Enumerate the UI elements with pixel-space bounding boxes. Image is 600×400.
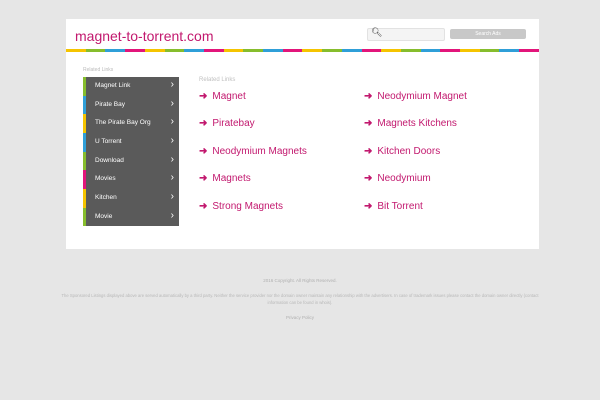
stripe-segment: [282, 49, 303, 52]
arrow-right-icon: ➜: [199, 91, 208, 102]
related-link[interactable]: ➜ Neodymium Magnets: [199, 146, 307, 157]
chevron-right-icon: ›: [170, 209, 174, 221]
related-link-label: Magnets Kitchens: [377, 118, 457, 129]
stripe-segment: [105, 49, 126, 52]
related-link-label: Neodymium Magnets: [212, 146, 307, 157]
related-link[interactable]: ➜ Magnets: [199, 173, 251, 184]
stripe-segment: [381, 49, 401, 52]
arrow-right-icon: ➜: [199, 118, 208, 129]
footer-disclaimer: The Sponsored Listings displayed above a…: [61, 293, 539, 305]
sidebar-item[interactable]: Movie ›: [83, 207, 179, 227]
related-links-heading: Related Links: [199, 77, 236, 83]
related-link[interactable]: ➜ Bit Torrent: [364, 201, 423, 212]
related-link[interactable]: ➜ Magnets Kitchens: [364, 118, 457, 129]
sidebar-item-label: U Torrent: [95, 138, 122, 146]
stripe-segment: [144, 49, 165, 52]
footer-copyright: 2016 Copyright. All Rights Reserved.: [263, 278, 337, 283]
sidebar: Magnet Link › Pirate Bay › The Pirate Bay Or…: [83, 77, 179, 227]
domain-title[interactable]: magnet-to-torrent.com: [75, 28, 214, 44]
stripe-segment: [341, 49, 362, 52]
stripe-segment: [519, 49, 539, 52]
sidebar-item[interactable]: Download ›: [83, 151, 179, 171]
sidebar-item[interactable]: Magnet Link ›: [83, 77, 179, 96]
stripe-segment: [223, 49, 244, 52]
chevron-right-icon: ›: [170, 135, 174, 147]
search-icon: 🔍︎: [371, 27, 383, 37]
privacy-policy-link[interactable]: Privacy Policy: [0, 315, 600, 320]
chevron-right-icon: ›: [170, 191, 174, 203]
related-link-label: Strong Magnets: [212, 201, 283, 212]
color-stripe: [66, 49, 539, 52]
stripe-segment: [85, 49, 106, 52]
related-link[interactable]: ➜ Magnet: [199, 91, 246, 102]
stripe-segment: [400, 49, 421, 52]
related-link[interactable]: ➜ Kitchen Doors: [364, 146, 440, 157]
stripe-segment: [203, 49, 224, 52]
related-link-label: Neodymium Magnet: [377, 91, 467, 102]
sidebar-item[interactable]: The Pirate Bay Org ›: [83, 114, 179, 133]
stripe-segment: [361, 49, 382, 52]
sidebar-item[interactable]: Pirate Bay ›: [83, 95, 179, 115]
stripe-segment: [460, 49, 480, 52]
related-link-label: Piratebay: [212, 118, 255, 129]
related-link-label: Kitchen Doors: [377, 146, 441, 157]
sidebar-item[interactable]: Kitchen ›: [83, 189, 179, 208]
related-link-label: Magnet: [212, 91, 246, 102]
search-input[interactable]: 🔍︎: [367, 27, 445, 41]
sidebar-item-label: Download: [95, 156, 124, 164]
related-link-label: Magnets: [212, 173, 251, 184]
related-link[interactable]: ➜ Piratebay: [199, 118, 255, 129]
related-link-label: Neodymium: [377, 173, 431, 184]
arrow-right-icon: ➜: [199, 201, 208, 212]
arrow-right-icon: ➜: [364, 201, 373, 212]
related-link[interactable]: ➜ Neodymium: [364, 173, 431, 184]
stripe-segment: [243, 49, 264, 52]
sidebar-item-label: Kitchen: [95, 194, 117, 202]
stripe-segment: [499, 49, 520, 52]
stripe-segment: [322, 49, 342, 52]
sidebar-item-label: Magnet Link: [95, 82, 131, 89]
chevron-right-icon: ›: [170, 97, 174, 109]
sidebar-item-label: Pirate Bay: [95, 100, 125, 108]
sidebar-item-label: Movies: [95, 175, 116, 183]
chevron-right-icon: ›: [170, 153, 174, 165]
related-link[interactable]: ➜ Neodymium Magnet: [364, 91, 467, 102]
chevron-right-icon: ›: [170, 116, 174, 128]
stripe-segment: [125, 49, 145, 52]
chevron-right-icon: ›: [170, 79, 174, 90]
arrow-right-icon: ➜: [364, 146, 373, 157]
stripe-segment: [302, 49, 323, 52]
arrow-right-icon: ➜: [364, 91, 373, 102]
stripe-segment: [479, 49, 500, 52]
stripe-segment: [66, 49, 86, 52]
related-link-label: Bit Torrent: [377, 201, 423, 212]
stripe-segment: [440, 49, 461, 52]
sidebar-item[interactable]: Movies ›: [83, 170, 179, 189]
stripe-segment: [184, 49, 204, 52]
stripe-segment: [420, 49, 441, 52]
arrow-right-icon: ➜: [199, 146, 208, 157]
chevron-right-icon: ›: [170, 172, 174, 184]
arrow-right-icon: ➜: [364, 118, 373, 129]
parked-page-card: magnet-to-torrent.com 🔍︎ Search Ads Rela…: [66, 19, 539, 249]
search-button[interactable]: Search Ads: [450, 29, 526, 39]
arrow-right-icon: ➜: [364, 173, 373, 184]
stripe-segment: [263, 49, 283, 52]
sidebar-item-label: Movie: [95, 212, 113, 220]
sidebar-item[interactable]: U Torrent ›: [83, 133, 179, 152]
header: magnet-to-torrent.com 🔍︎ Search Ads: [66, 19, 539, 49]
stripe-segment: [164, 49, 185, 52]
arrow-right-icon: ➜: [199, 173, 208, 184]
sidebar-item-label: The Pirate Bay Org: [95, 119, 151, 127]
related-link[interactable]: ➜ Strong Magnets: [199, 201, 283, 212]
sidebar-heading: Related Links: [83, 67, 114, 73]
